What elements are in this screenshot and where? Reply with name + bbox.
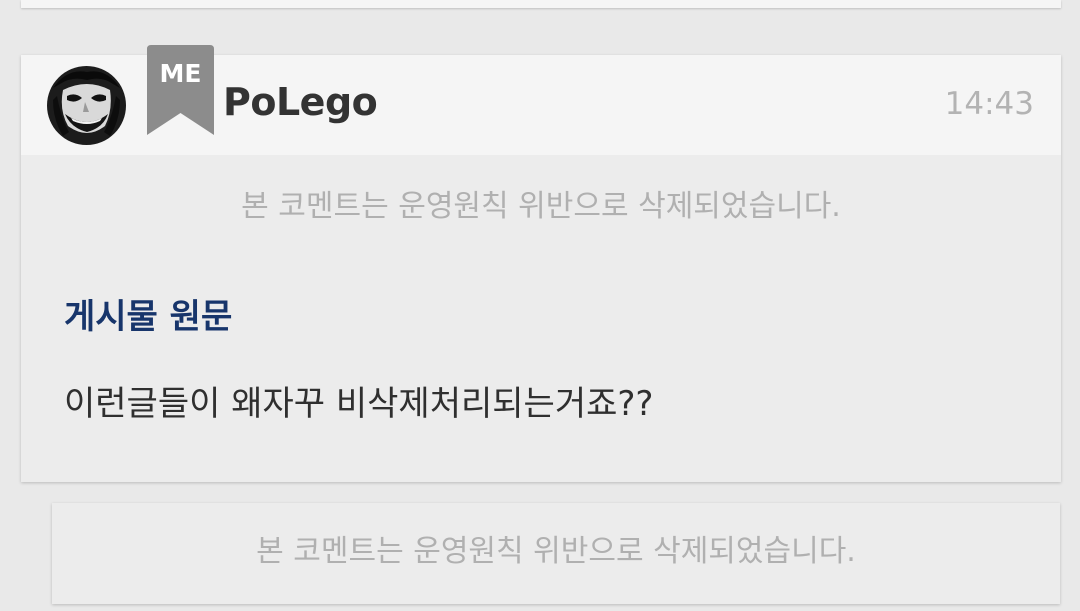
- me-badge-label: ME: [159, 59, 202, 88]
- joker-face-icon: [47, 66, 126, 145]
- reply-comment-card: 본 코멘트는 운영원칙 위반으로 삭제되었습니다.: [52, 503, 1060, 604]
- original-post-label: 게시물 원문: [64, 297, 233, 337]
- original-post-text: 이런글들이 왜자꾸 비삭제처리되는거죠??: [64, 384, 654, 424]
- username[interactable]: PoLego: [223, 79, 378, 125]
- timestamp: 14:43: [944, 86, 1034, 122]
- reply-deleted-notice: 본 코멘트는 운영원칙 위반으로 삭제되었습니다.: [256, 534, 856, 569]
- avatar[interactable]: [47, 66, 126, 145]
- comment-header: ME PoLego 14:43: [21, 45, 1061, 155]
- deleted-comment-notice: 본 코멘트는 운영원칙 위반으로 삭제되었습니다.: [241, 189, 841, 224]
- me-badge: ME: [147, 45, 214, 135]
- previous-comment-card: [21, 0, 1061, 8]
- comment-card: ME PoLego 14:43 본 코멘트는 운영원칙 위반으로 삭제되었습니다…: [21, 45, 1061, 482]
